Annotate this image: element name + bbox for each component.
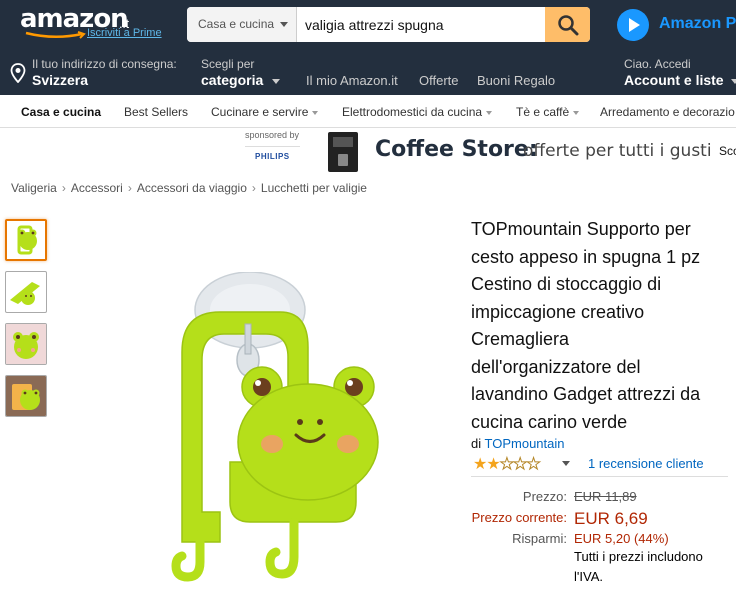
banner-cta[interactable]: Sco — [719, 144, 736, 158]
title-line: cucina carino verde — [471, 411, 628, 432]
breadcrumb-separator: › — [61, 181, 66, 195]
current-price-label: Prezzo corrente: — [471, 510, 567, 525]
caret-down-icon — [312, 110, 319, 115]
category-menu-line1: Scegli per — [201, 57, 255, 71]
amazon-logo[interactable]: amazon .it Iscriviti a Prime — [20, 4, 170, 44]
star-empty-icon: ★ — [526, 456, 541, 474]
breadcrumb-item[interactable]: Lucchetti per valigie — [261, 181, 367, 195]
caret-down-icon — [280, 22, 288, 27]
star-empty-icon: ★ — [513, 456, 528, 474]
title-line: cesto appeso in spugna 1 pz — [471, 246, 701, 267]
location-pin-icon — [10, 63, 26, 83]
banner-subtitle: offerte per tutti i gusti — [523, 141, 712, 161]
star-filled-icon: ★ — [486, 456, 500, 473]
subnav-item-decor[interactable]: Arredamento e decorazio — [600, 105, 735, 119]
search-bar: Casa e cucina — [187, 7, 590, 42]
prime-video-promo[interactable]: Amazon Pr — [617, 9, 736, 41]
breadcrumb: Valigeria › Accessori › Accessori da viaggio… — [11, 181, 367, 195]
vat-note-line-1: Tutti i prezzi includono — [574, 549, 703, 564]
savings-value: EUR 5,20 (44%) — [574, 531, 669, 546]
frog-holder-thumb — [17, 225, 37, 255]
thumbnail-4[interactable] — [5, 375, 47, 417]
delivery-country: Svizzera — [32, 72, 89, 88]
category-subnav: Casa e cucina Best Sellers Cucinare e se… — [0, 95, 736, 128]
subnav-item-home-kitchen[interactable]: Casa e cucina — [21, 105, 101, 119]
breadcrumb-separator: › — [127, 181, 132, 195]
thumbnail-3[interactable] — [5, 323, 47, 365]
subnav-label: Elettrodomestici da cucina — [342, 105, 483, 119]
subnav-label: Best Sellers — [124, 105, 189, 119]
title-line: impiccagione creativo — [471, 301, 645, 322]
play-icon — [617, 9, 649, 41]
reviews-link[interactable]: 1 recensione cliente — [588, 456, 704, 471]
current-price-value: EUR 6,69 — [574, 509, 648, 528]
breadcrumb-separator: › — [251, 181, 256, 195]
breadcrumb-item[interactable]: Accessori — [71, 181, 123, 195]
product-title: TOPmountain Supporto per cesto appeso in… — [471, 216, 731, 436]
vat-note-line-2: l'IVA. — [574, 569, 603, 584]
caret-down-icon[interactable] — [562, 461, 570, 466]
subnav-item-tea-coffee[interactable]: Tè e caffè — [516, 105, 580, 119]
divider — [245, 146, 300, 147]
caret-down-icon — [486, 110, 493, 115]
coffee-machine-image — [328, 132, 358, 172]
list-price-value: EUR 11,89 — [574, 489, 637, 504]
account-greeting: Ciao. Accedi — [624, 57, 691, 71]
brand-link[interactable]: TOPmountain — [485, 436, 565, 451]
thumbnail-2[interactable] — [5, 271, 47, 313]
delivery-location[interactable]: Il tuo indirizzo di consegna: Svizzera — [10, 55, 190, 91]
subnav-item-cooking[interactable]: Cucinare e servire — [211, 105, 319, 119]
title-line: Cremagliera — [471, 329, 570, 349]
brand-byline: di TOPmountain — [471, 436, 564, 451]
coffee-store-banner[interactable]: sponsored by PHILIPS Coffee Store: offer… — [240, 128, 736, 174]
star-filled-icon: ★ — [473, 456, 487, 473]
gift-cards-link[interactable]: Buoni Regalo — [477, 73, 555, 88]
divider — [471, 476, 728, 477]
list-price-label: Prezzo: — [522, 489, 567, 504]
subnav-label: Tè e caffè — [516, 105, 570, 119]
prime-video-label: Amazon Pr — [659, 15, 736, 32]
caret-down-icon — [272, 79, 280, 84]
my-amazon-link[interactable]: Il mio Amazon.it — [306, 73, 398, 88]
title-line: Cestino di stoccaggio di — [471, 274, 662, 294]
title-line: TOPmountain Supporto per — [471, 219, 691, 239]
breadcrumb-item[interactable]: Accessori da viaggio — [137, 181, 247, 195]
subnav-label: Arredamento e decorazio — [600, 105, 735, 119]
sponsored-label: sponsored by — [245, 130, 300, 140]
thumbnail-1[interactable] — [5, 219, 47, 261]
search-icon — [558, 15, 579, 36]
subnav-item-best-sellers[interactable]: Best Sellers — [124, 105, 188, 119]
smile-arrow-icon — [25, 31, 86, 39]
breadcrumb-item[interactable]: Valigeria — [11, 181, 57, 195]
search-button[interactable] — [545, 7, 590, 42]
subnav-item-appliances[interactable]: Elettrodomestici da cucina — [342, 105, 493, 119]
prime-signup-link[interactable]: Iscriviti a Prime — [87, 27, 162, 39]
account-lists: Account e liste — [624, 72, 724, 88]
savings-label: Risparmi: — [512, 531, 567, 546]
search-category-label: Casa e cucina — [198, 17, 275, 31]
rating-row: ★★★★★ 1 recensione cliente — [473, 454, 728, 474]
frog-holder-side-thumb — [10, 282, 40, 305]
search-category-select[interactable]: Casa e cucina — [187, 7, 297, 42]
caret-down-icon — [573, 110, 580, 115]
category-menu[interactable]: Scegli per categoria — [201, 57, 296, 93]
title-line: dell'organizzatore del — [471, 356, 641, 377]
sponsor-brand: PHILIPS — [255, 152, 290, 161]
delivery-label: Il tuo indirizzo di consegna: — [32, 57, 177, 71]
by-prefix: di — [471, 436, 482, 451]
product-main-image[interactable] — [160, 272, 390, 584]
star-empty-icon: ★ — [499, 456, 514, 474]
header-bar: amazon .it Iscriviti a Prime Casa e cuci… — [0, 0, 736, 95]
caret-down-icon — [731, 79, 736, 84]
search-input[interactable] — [297, 7, 544, 42]
title-line: lavandino Gadget attrezzi da — [471, 384, 701, 404]
frog-face-thumb — [6, 324, 46, 364]
frog-with-sponge-thumb — [6, 376, 46, 416]
subnav-label: Casa e cucina — [21, 105, 102, 119]
subnav-label: Cucinare e servire — [211, 105, 309, 119]
banner-title: Coffee Store: — [375, 137, 538, 162]
category-menu-line2: categoria — [201, 72, 264, 88]
offers-link[interactable]: Offerte — [419, 73, 459, 88]
star-rating[interactable]: ★★★★★ — [473, 454, 541, 474]
